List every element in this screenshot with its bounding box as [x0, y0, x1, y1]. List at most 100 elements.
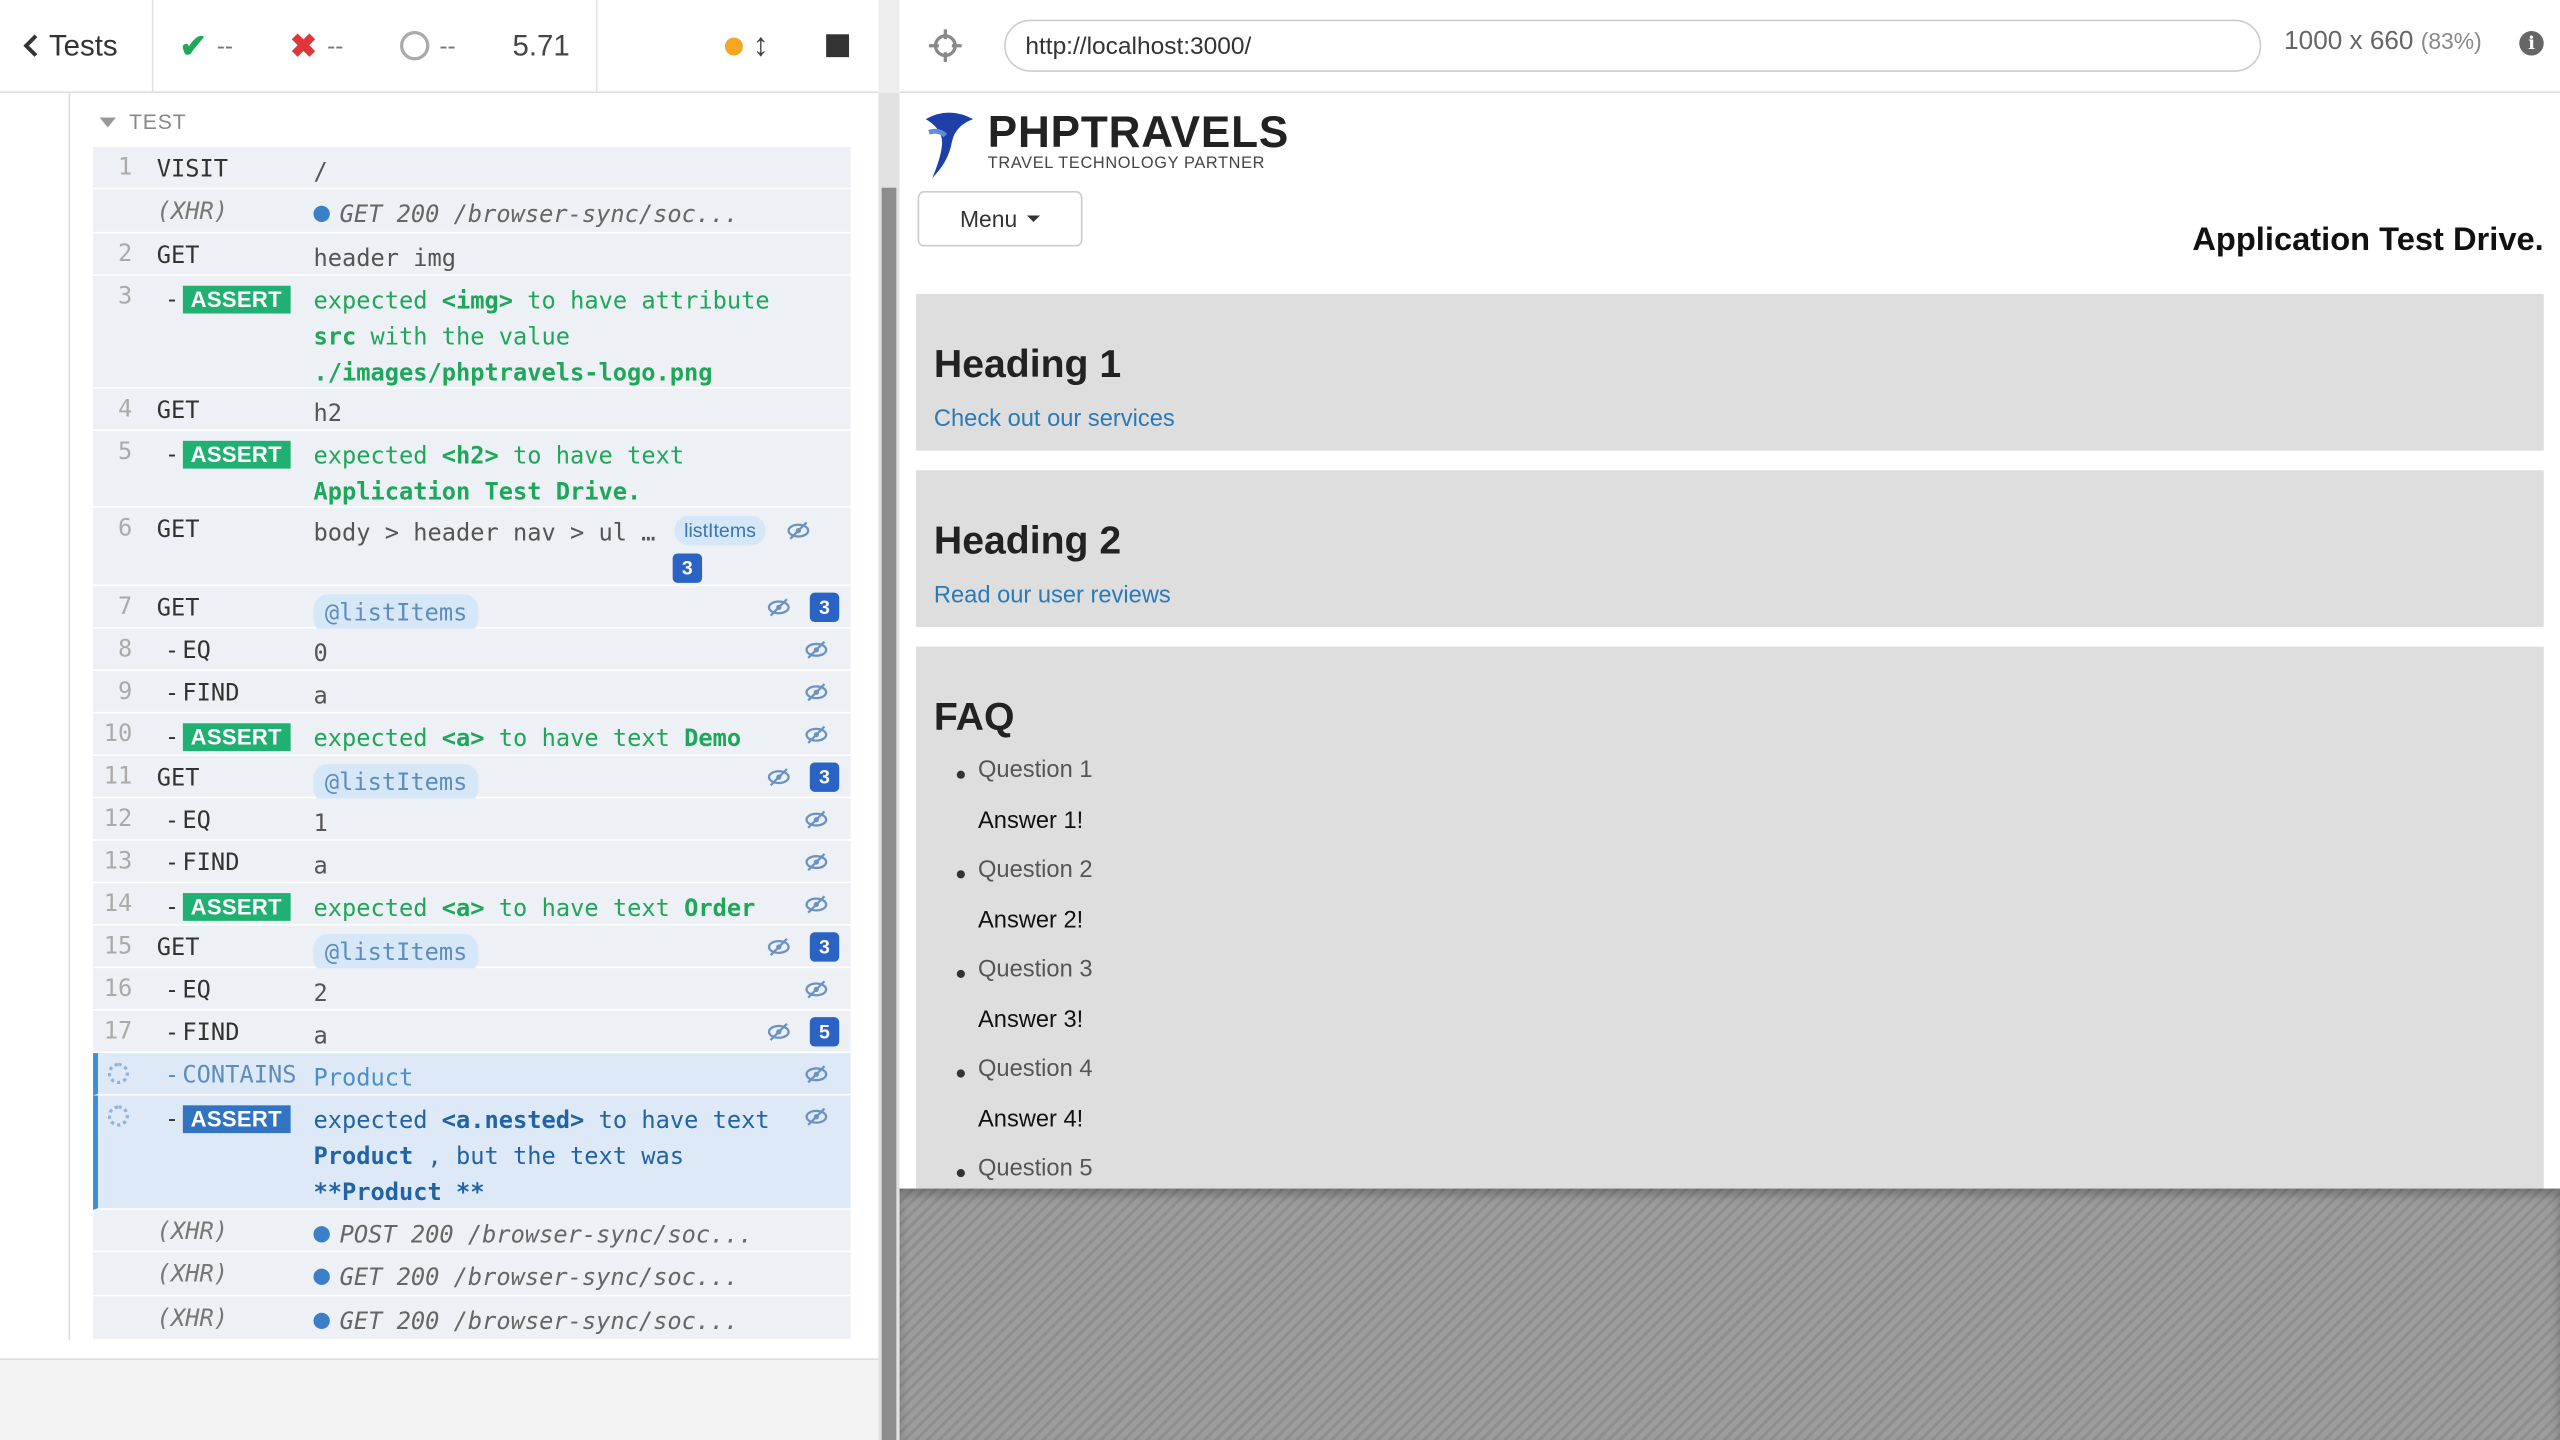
xhr-dot-icon [313, 1268, 330, 1285]
auto-scroll-toggle[interactable]: ↕ [724, 26, 770, 65]
command-row-xhr[interactable]: (XHR) GET 200 /browser-sync/soc... [93, 1296, 851, 1341]
back-label: Tests [48, 28, 118, 62]
spinner-icon [107, 1105, 129, 1127]
heading-1: Heading 1 [933, 342, 1122, 387]
eye-slash-icon [805, 810, 828, 829]
reporter-pane: Tests ✔ -- ✖ -- -- 5.71 ↕ TEST 1 VISIT / [0, 0, 879, 1440]
faq-question[interactable]: Question 3 [956, 953, 1093, 1003]
command-row[interactable]: 6 GET body > header nav > ul … listItems… [93, 507, 851, 587]
faq-question[interactable]: Question 5 [956, 1153, 1093, 1189]
command-row-pending[interactable]: - CONTAINS Product [93, 1053, 851, 1096]
eye-slash-icon [805, 895, 828, 914]
eye-slash-icon [787, 521, 810, 540]
command-row[interactable]: 2 GET header img [93, 233, 851, 276]
command-row[interactable]: 11 GET @listItems 3 [93, 755, 851, 804]
command-row[interactable]: 9 - FIND a [93, 671, 851, 714]
command-row-xhr[interactable]: (XHR) POST 200 /browser-sync/soc... [93, 1209, 851, 1253]
page-tagline: Application Test Drive. [2192, 222, 2544, 258]
url-bar[interactable]: http://localhost:3000/ [1004, 19, 2262, 72]
reporter-scrollbar-thumb[interactable] [881, 187, 897, 1440]
phptravels-logo-icon [925, 112, 974, 178]
logo-wordmark: PHPTRAVELS [987, 107, 1290, 157]
xhr-dot-icon [313, 1312, 330, 1330]
pending-count: -- [439, 31, 456, 60]
app-under-test: PHPTRAVELS TRAVEL TECHNOLOGY PARTNER Men… [899, 93, 2560, 1189]
duration: 5.71 [512, 28, 570, 62]
element-count-badge: 5 [809, 1017, 840, 1047]
alias-tag: listItems [674, 515, 766, 546]
services-link[interactable]: Check out our services [934, 407, 1175, 433]
command-row[interactable]: 8 - EQ 0 [93, 628, 851, 672]
command-row-assert[interactable]: 5 - ASSERT expected <h2> to have text App… [93, 431, 851, 508]
command-row[interactable]: 17 - FIND a 5 [93, 1010, 851, 1054]
faq-answer: Answer 1! [977, 807, 1084, 834]
selector-playground-icon[interactable] [927, 28, 963, 64]
command-row-xhr[interactable]: (XHR) GET 200 /browser-sync/soc... [93, 1252, 851, 1297]
eye-slash-icon [767, 1022, 790, 1041]
faq-question[interactable]: Question 1 [956, 754, 1093, 804]
command-row-xhr[interactable]: (XHR) GET 200 /browser-sync/soc... [93, 189, 851, 234]
spinner-icon [107, 1062, 129, 1085]
command-row[interactable]: 15 GET @listItems 3 [93, 925, 851, 974]
command-row[interactable]: 16 - EQ 2 [93, 968, 851, 1011]
assert-badge: ASSERT [182, 723, 291, 752]
reporter-footer [0, 1360, 879, 1440]
passed-count: -- [216, 31, 234, 60]
eye-slash-icon [805, 725, 828, 744]
element-count-badge: 3 [809, 932, 840, 962]
caret-down-icon [1026, 215, 1041, 223]
eye-slash-icon [767, 598, 790, 617]
command-row[interactable]: 7 GET @listItems 3 [93, 586, 851, 634]
element-count-badge: 3 [672, 553, 703, 583]
assert-badge: ASSERT [182, 440, 291, 469]
faq-answer: Answer 3! [977, 1006, 1084, 1033]
command-row[interactable]: 4 GET h2 [93, 388, 851, 432]
heading-2: Heading 2 [933, 519, 1122, 564]
eye-slash-icon [767, 937, 790, 956]
xhr-dot-icon [313, 1226, 330, 1243]
faq-question[interactable]: Question 2 [956, 854, 1093, 904]
panel-heading-1: Heading 1 Check out our services [915, 293, 2544, 451]
assert-badge: ASSERT [182, 285, 291, 314]
command-row-pending-assert[interactable]: - ASSERT expected <a.nested> to have text… [93, 1095, 851, 1210]
eye-slash-icon [805, 853, 828, 872]
viewport-size: 1000 x 660 (83%) [2284, 27, 2482, 56]
scroll-arrows-icon: ↕ [752, 26, 770, 63]
assert-badge: ASSERT [182, 893, 291, 921]
eye-slash-icon [805, 1065, 828, 1084]
command-row-assert[interactable]: 3 - ASSERT expected <img> to have attribu… [93, 275, 851, 389]
chevron-left-icon [23, 34, 38, 57]
command-row[interactable]: 13 - FIND a [93, 840, 851, 884]
stop-icon[interactable] [826, 34, 850, 58]
eye-slash-icon [805, 640, 828, 659]
info-icon[interactable]: i [2519, 31, 2544, 56]
logo-tagline: TRAVEL TECHNOLOGY PARTNER [987, 155, 1266, 174]
test-runnable: TEST 1 VISIT / (XHR) GET 200 /browser-sy… [68, 93, 851, 1341]
assert-badge: ASSERT [182, 1105, 291, 1134]
panel-heading-2: Heading 2 Read our user reviews [915, 470, 2544, 627]
running-dot-icon [724, 36, 743, 55]
reviews-link[interactable]: Read our user reviews [934, 583, 1171, 609]
faq-heading: FAQ [933, 695, 1015, 740]
command-row[interactable]: 12 - EQ 1 [93, 798, 851, 841]
failed-stat: ✖ -- [290, 25, 343, 66]
faq-answer: Answer 2! [977, 906, 1084, 934]
menu-button[interactable]: Menu [917, 191, 1083, 247]
faq-question[interactable]: Question 4 [956, 1053, 1093, 1103]
eye-slash-icon [805, 980, 828, 999]
site-logo[interactable]: PHPTRAVELS TRAVEL TECHNOLOGY PARTNER [919, 109, 1289, 181]
browser-header: http://localhost:3000/ 1000 x 660 (83%) … [899, 0, 2560, 94]
stats-bar: ✔ -- ✖ -- -- 5.71 [153, 0, 598, 92]
command-row[interactable]: 1 VISIT / [93, 146, 851, 190]
element-count-badge: 3 [809, 592, 840, 623]
faq-answer: Answer 4! [977, 1106, 1084, 1133]
back-to-tests-button[interactable]: Tests [0, 0, 154, 92]
command-row-assert[interactable]: 10 - ASSERT expected <a> to have text Dem… [93, 713, 851, 756]
check-icon: ✔ [179, 28, 207, 65]
test-title[interactable]: TEST [99, 109, 187, 134]
command-row-assert[interactable]: 14 - ASSERT expected <a> to have text Ord… [93, 883, 851, 926]
pane-divider[interactable] [878, 93, 900, 1440]
faq-list: Question 1 Answer 1! Question 2 Answer 2… [956, 754, 1093, 1189]
command-log: TEST 1 VISIT / (XHR) GET 200 /browser-sy… [0, 93, 879, 1361]
element-count-badge: 3 [809, 762, 840, 792]
